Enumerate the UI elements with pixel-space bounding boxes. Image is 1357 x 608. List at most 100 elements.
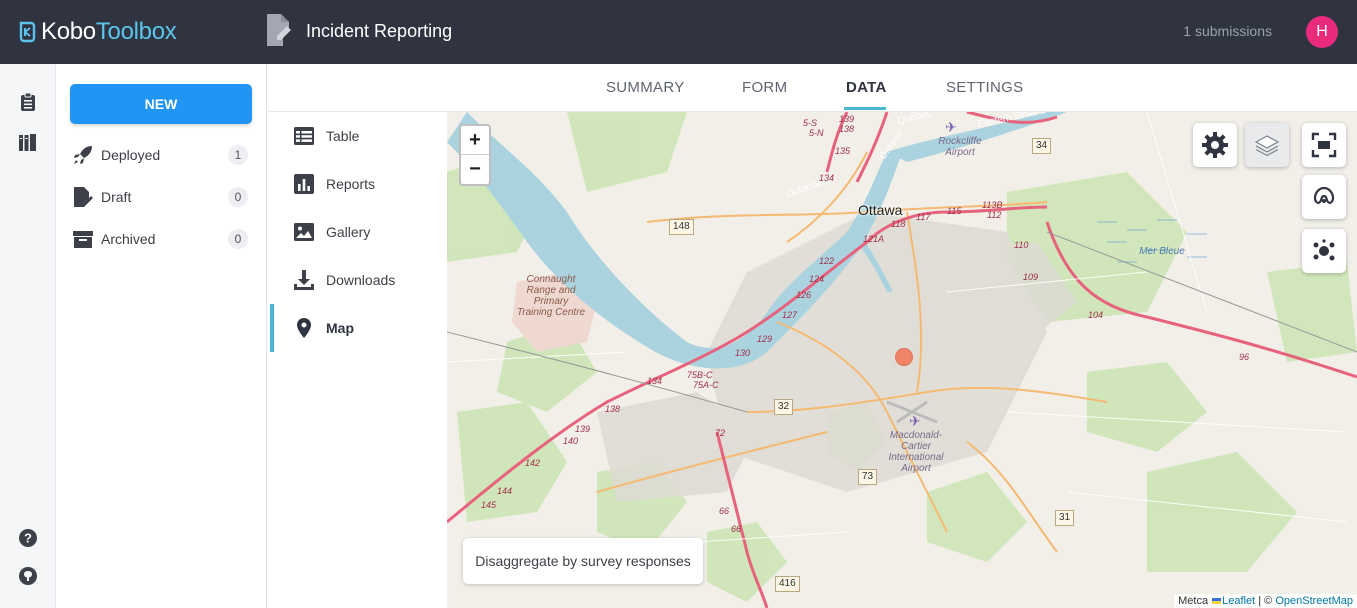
submissions-count: 1 submissions (1183, 23, 1272, 39)
route-number: 129 (757, 334, 773, 344)
tab-data[interactable]: DATA (846, 79, 887, 96)
tab-settings[interactable]: SETTINGS (946, 79, 1023, 96)
count-badge: 0 (228, 229, 248, 249)
count-badge: 1 (228, 145, 248, 165)
route-number: 75B-C (687, 370, 713, 380)
gallery-icon (294, 223, 314, 241)
route-number: 96 (1239, 352, 1250, 362)
route-number: 138 (839, 124, 855, 134)
route-number: 126 (796, 290, 812, 300)
route-number: 110 (1014, 240, 1029, 250)
help-icon[interactable]: ? (18, 528, 38, 548)
route-number: 66 (731, 524, 742, 534)
github-icon[interactable] (18, 566, 38, 586)
route-number: 142 (525, 458, 541, 468)
project-tabs: SUMMARY FORM DATA SETTINGS (268, 64, 1357, 112)
submenu-item-downloads[interactable]: Downloads (268, 258, 447, 302)
rocket-icon (74, 146, 92, 164)
route-number: 118 (891, 219, 906, 229)
route-number: 130 (735, 348, 751, 358)
download-icon (294, 270, 314, 290)
route-number: 121A (863, 234, 885, 244)
route-number: 124 (809, 274, 825, 284)
route-number: 140 (563, 436, 579, 446)
new-project-button[interactable]: NEW (70, 84, 252, 124)
archive-icon (73, 231, 93, 248)
route-number: 134 (647, 376, 663, 386)
map-attribution: Metca Leaflet | © OpenStreetMap (1174, 594, 1357, 608)
route-number: 127 (782, 310, 798, 320)
map-settings-button[interactable] (1193, 123, 1237, 167)
route-shield: 31 (1055, 510, 1075, 526)
top-header: Kobo Toolbox Incident Reporting 1 submiss… (0, 0, 1357, 64)
route-number: 113B (982, 200, 1003, 210)
route-number: 138 (605, 404, 621, 414)
reports-icon (294, 174, 314, 194)
zoom-in-button[interactable]: + (461, 126, 489, 155)
fullscreen-icon (1311, 132, 1337, 158)
sidebar-item-archived[interactable]: Archived 0 (72, 226, 248, 252)
data-submenu: Table Reports Gallery Downloads Map (268, 112, 447, 608)
submenu-label: Map (326, 320, 354, 336)
route-number: 75A-C (693, 380, 719, 390)
attribution-prefix: Metca (1178, 595, 1209, 607)
layers-icon (1254, 135, 1280, 157)
kobotoolbox-logo[interactable]: Kobo Toolbox (18, 18, 177, 46)
form-deployed-icon (267, 14, 291, 46)
submenu-item-map[interactable]: Map (268, 306, 447, 350)
route-shield: 34 (1032, 138, 1052, 154)
tab-summary[interactable]: SUMMARY (606, 79, 685, 96)
active-submenu-indicator (270, 304, 274, 352)
route-shield: 73 (858, 469, 878, 485)
map-label-mer-bleue: Mer Bleue (1139, 246, 1185, 257)
cluster-toggle-button[interactable] (1302, 229, 1346, 273)
map-view[interactable]: ✈ ✈ Ottawa Rockcliffe Airport Connaught … (447, 112, 1357, 608)
submenu-label: Gallery (326, 224, 371, 240)
map-layers-button[interactable] (1245, 123, 1289, 167)
attribution-separator: | © (1255, 595, 1276, 607)
submission-marker[interactable] (895, 348, 913, 366)
route-number: 135 (835, 146, 851, 156)
disaggregate-dropdown[interactable]: Disaggregate by survey responses (463, 538, 703, 584)
map-label-ottawa: Ottawa (858, 202, 903, 218)
route-number: 66 (719, 506, 730, 516)
route-number: 144 (497, 486, 513, 496)
zoom-out-button[interactable]: − (461, 155, 489, 184)
ukraine-flag-icon (1212, 598, 1222, 604)
sidebar-item-draft[interactable]: Draft 0 (72, 184, 248, 210)
openstreetmap-link[interactable]: OpenStreetMap (1275, 595, 1353, 607)
route-number: 72 (715, 428, 726, 438)
global-nav-rail: ? (0, 64, 56, 608)
route-number: 122 (819, 256, 835, 266)
sidebar-item-deployed[interactable]: Deployed 1 (72, 142, 248, 168)
logo-text-toolbox: Toolbox (95, 18, 177, 45)
route-number: 112 (987, 210, 1002, 220)
route-number: 117 (916, 212, 931, 222)
svg-text:✈: ✈ (945, 120, 957, 136)
leaflet-link[interactable]: Leaflet (1222, 595, 1255, 607)
map-label-connaught: Connaught Range and Primary Training Cen… (516, 274, 586, 318)
route-number: 134 (819, 173, 835, 183)
table-icon (294, 127, 314, 145)
logo-text-kobo: Kobo (41, 18, 96, 45)
submenu-item-gallery[interactable]: Gallery (268, 210, 447, 254)
submenu-label: Reports (326, 176, 376, 192)
tab-form[interactable]: FORM (742, 79, 787, 96)
projects-icon[interactable] (18, 92, 38, 112)
cluster-icon (1313, 239, 1335, 261)
library-icon[interactable] (18, 132, 38, 152)
user-avatar[interactable]: H (1306, 16, 1338, 48)
svg-text:✈: ✈ (909, 414, 921, 430)
route-shield: 148 (669, 219, 694, 235)
route-number: 5-S (803, 118, 818, 128)
heatmap-toggle-button[interactable] (1302, 175, 1346, 219)
fullscreen-button[interactable] (1302, 123, 1346, 167)
map-pin-icon (297, 318, 311, 338)
kobo-logo-icon (19, 21, 36, 43)
route-number: 109 (1023, 272, 1039, 282)
submenu-item-reports[interactable]: Reports (268, 162, 447, 206)
active-tab-indicator (844, 107, 886, 110)
submenu-label: Table (326, 128, 360, 144)
gear-icon (1202, 132, 1228, 158)
submenu-item-table[interactable]: Table (268, 114, 447, 158)
